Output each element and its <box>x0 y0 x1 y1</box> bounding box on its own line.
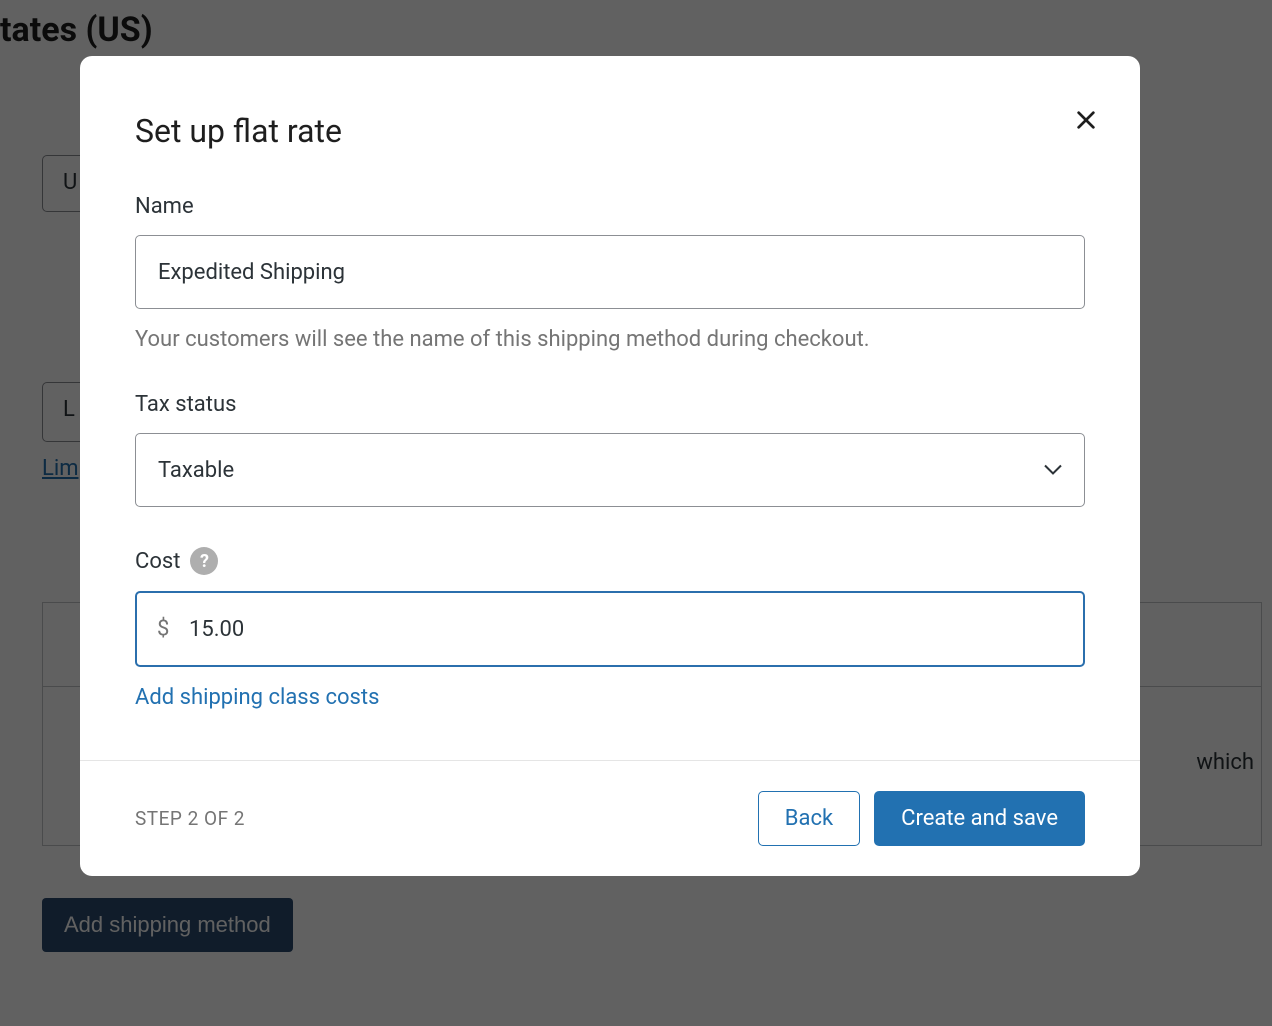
tax-status-label: Tax status <box>135 392 1085 417</box>
modal-footer: STEP 2 OF 2 Back Create and save <box>80 760 1140 876</box>
help-icon[interactable]: ? <box>190 547 218 575</box>
name-input[interactable] <box>135 235 1085 309</box>
name-help-text: Your customers will see the name of this… <box>135 327 1085 352</box>
back-button[interactable]: Back <box>758 791 860 846</box>
tax-status-field-group: Tax status Taxable <box>135 392 1085 507</box>
tax-status-select[interactable]: Taxable <box>135 433 1085 507</box>
create-and-save-button[interactable]: Create and save <box>874 791 1085 846</box>
add-shipping-class-costs-link[interactable]: Add shipping class costs <box>135 685 379 710</box>
modal-body: Set up flat rate Name Your customers wil… <box>80 56 1140 760</box>
name-label: Name <box>135 194 1085 219</box>
footer-buttons: Back Create and save <box>758 791 1085 846</box>
close-icon <box>1075 109 1097 131</box>
cost-field-group: Cost ? $ Add shipping class costs <box>135 547 1085 710</box>
cost-input[interactable] <box>135 591 1085 667</box>
cost-input-wrapper: $ <box>135 591 1085 667</box>
cost-label-row: Cost ? <box>135 547 218 575</box>
close-button[interactable] <box>1070 104 1102 136</box>
currency-symbol: $ <box>157 617 169 642</box>
step-indicator: STEP 2 OF 2 <box>135 807 245 830</box>
name-field-group: Name Your customers will see the name of… <box>135 194 1085 352</box>
tax-status-select-wrapper: Taxable <box>135 433 1085 507</box>
cost-label: Cost <box>135 549 180 574</box>
modal-title: Set up flat rate <box>135 112 1085 150</box>
flat-rate-modal: Set up flat rate Name Your customers wil… <box>80 56 1140 876</box>
